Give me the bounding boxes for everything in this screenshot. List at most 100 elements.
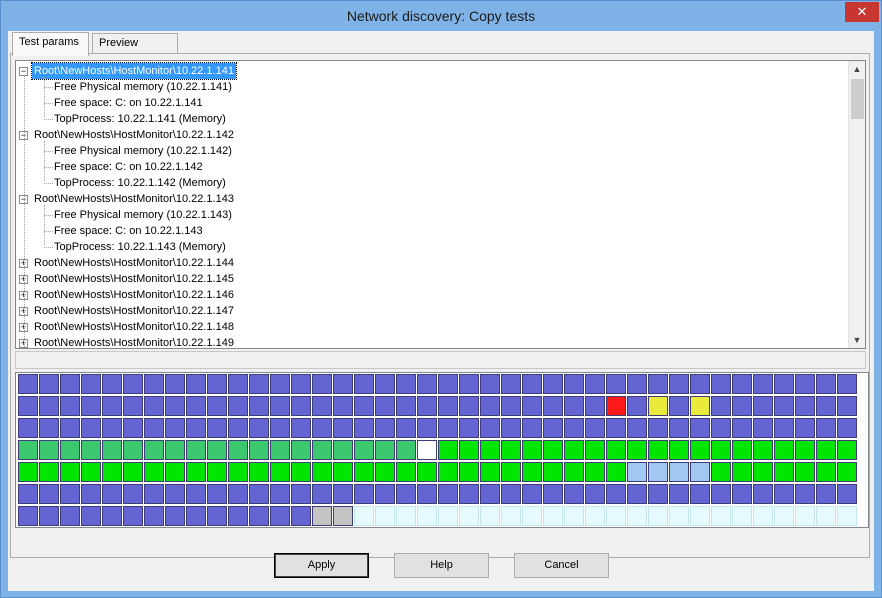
status-cell: [690, 396, 710, 416]
status-cell: [480, 440, 500, 460]
status-cell: [585, 484, 605, 504]
status-cell: [186, 374, 206, 394]
status-cell: [753, 506, 773, 526]
status-cell: [228, 440, 248, 460]
status-cell: [102, 506, 122, 526]
status-cell: [837, 506, 857, 526]
status-cell: [669, 440, 689, 460]
status-cell: [648, 440, 668, 460]
status-cell: [564, 462, 584, 482]
apply-button[interactable]: Apply: [274, 553, 369, 578]
status-cell: [144, 396, 164, 416]
status-cell: [501, 484, 521, 504]
status-cell: [732, 374, 752, 394]
status-cell: [648, 506, 668, 526]
scroll-up-icon[interactable]: ▲: [849, 61, 865, 77]
tree-node-label: Free space: C: on 10.22.1.141: [54, 97, 203, 109]
status-cell: [522, 374, 542, 394]
status-cell: [144, 506, 164, 526]
status-cell: [396, 396, 416, 416]
help-button[interactable]: Help: [394, 553, 489, 578]
status-cell: [81, 484, 101, 504]
status-cell: [438, 440, 458, 460]
status-cell: [81, 440, 101, 460]
status-cell: [543, 396, 563, 416]
status-cell: [564, 440, 584, 460]
status-cell: [270, 440, 290, 460]
panel-splitter[interactable]: [15, 351, 866, 369]
status-cell: [501, 374, 521, 394]
status-cell: [354, 418, 374, 438]
status-cell: [711, 396, 731, 416]
tab-test-params[interactable]: Test params: [12, 32, 89, 56]
status-cell: [18, 418, 38, 438]
status-cell: [648, 484, 668, 504]
status-cell: [711, 484, 731, 504]
status-cell: [774, 440, 794, 460]
status-cell: [732, 440, 752, 460]
status-cell: [144, 484, 164, 504]
status-cell: [774, 418, 794, 438]
status-cell: [207, 484, 227, 504]
status-cell: [459, 418, 479, 438]
status-cell: [144, 418, 164, 438]
status-cell: [690, 462, 710, 482]
status-cell: [774, 484, 794, 504]
status-cell: [648, 462, 668, 482]
cancel-button[interactable]: Cancel: [514, 553, 609, 578]
status-cell: [60, 506, 80, 526]
status-cell: [837, 484, 857, 504]
tree-node-label: Root\NewHosts\HostMonitor\10.22.1.141: [31, 62, 237, 80]
status-cell: [501, 462, 521, 482]
status-cell: [459, 462, 479, 482]
status-cell: [837, 396, 857, 416]
status-cell: [375, 418, 395, 438]
status-cell: [312, 396, 332, 416]
status-cell: [753, 484, 773, 504]
status-cell: [564, 418, 584, 438]
status-cell: [795, 506, 815, 526]
status-cell: [39, 506, 59, 526]
status-cell: [354, 374, 374, 394]
status-cell: [39, 396, 59, 416]
status-cell: [690, 484, 710, 504]
status-cell: [522, 462, 542, 482]
status-cell: [417, 462, 437, 482]
status-cell: [543, 506, 563, 526]
status-cell: [228, 418, 248, 438]
tab-preview-results[interactable]: Preview results: [92, 33, 178, 67]
status-cell: [270, 396, 290, 416]
status-cell: [291, 396, 311, 416]
scroll-thumb[interactable]: [851, 79, 864, 119]
tree-node-label: Free Physical memory (10.22.1.143): [54, 209, 232, 221]
status-cell: [228, 506, 248, 526]
status-cell: [774, 396, 794, 416]
status-cell: [564, 506, 584, 526]
status-cell: [753, 418, 773, 438]
status-cell: [774, 506, 794, 526]
status-cell: [795, 418, 815, 438]
status-cell: [291, 418, 311, 438]
status-cell: [186, 418, 206, 438]
status-cell: [270, 506, 290, 526]
scroll-down-icon[interactable]: ▼: [849, 332, 865, 348]
status-cell: [627, 440, 647, 460]
tree-connector: [44, 77, 45, 117]
status-cell: [606, 506, 626, 526]
status-cell: [333, 506, 353, 526]
title-bar[interactable]: Network discovery: Copy tests ✕: [1, 1, 881, 31]
tree-node-label: Root\NewHosts\HostMonitor\10.22.1.143: [34, 193, 234, 205]
status-cell: [816, 418, 836, 438]
status-cell: [438, 484, 458, 504]
status-cell: [270, 418, 290, 438]
status-cell: [39, 374, 59, 394]
test-tree-view[interactable]: ▲ ▼ − Root\NewHosts\HostMonitor\10.22.1.1…: [15, 60, 866, 349]
status-cell: [774, 374, 794, 394]
status-cell: [627, 396, 647, 416]
tree-vertical-scrollbar[interactable]: ▲ ▼: [848, 61, 865, 348]
status-cell: [417, 396, 437, 416]
close-button[interactable]: ✕: [845, 2, 879, 22]
status-cell: [60, 484, 80, 504]
status-cell: [753, 462, 773, 482]
tree-node-label: Free Physical memory (10.22.1.142): [54, 145, 232, 157]
